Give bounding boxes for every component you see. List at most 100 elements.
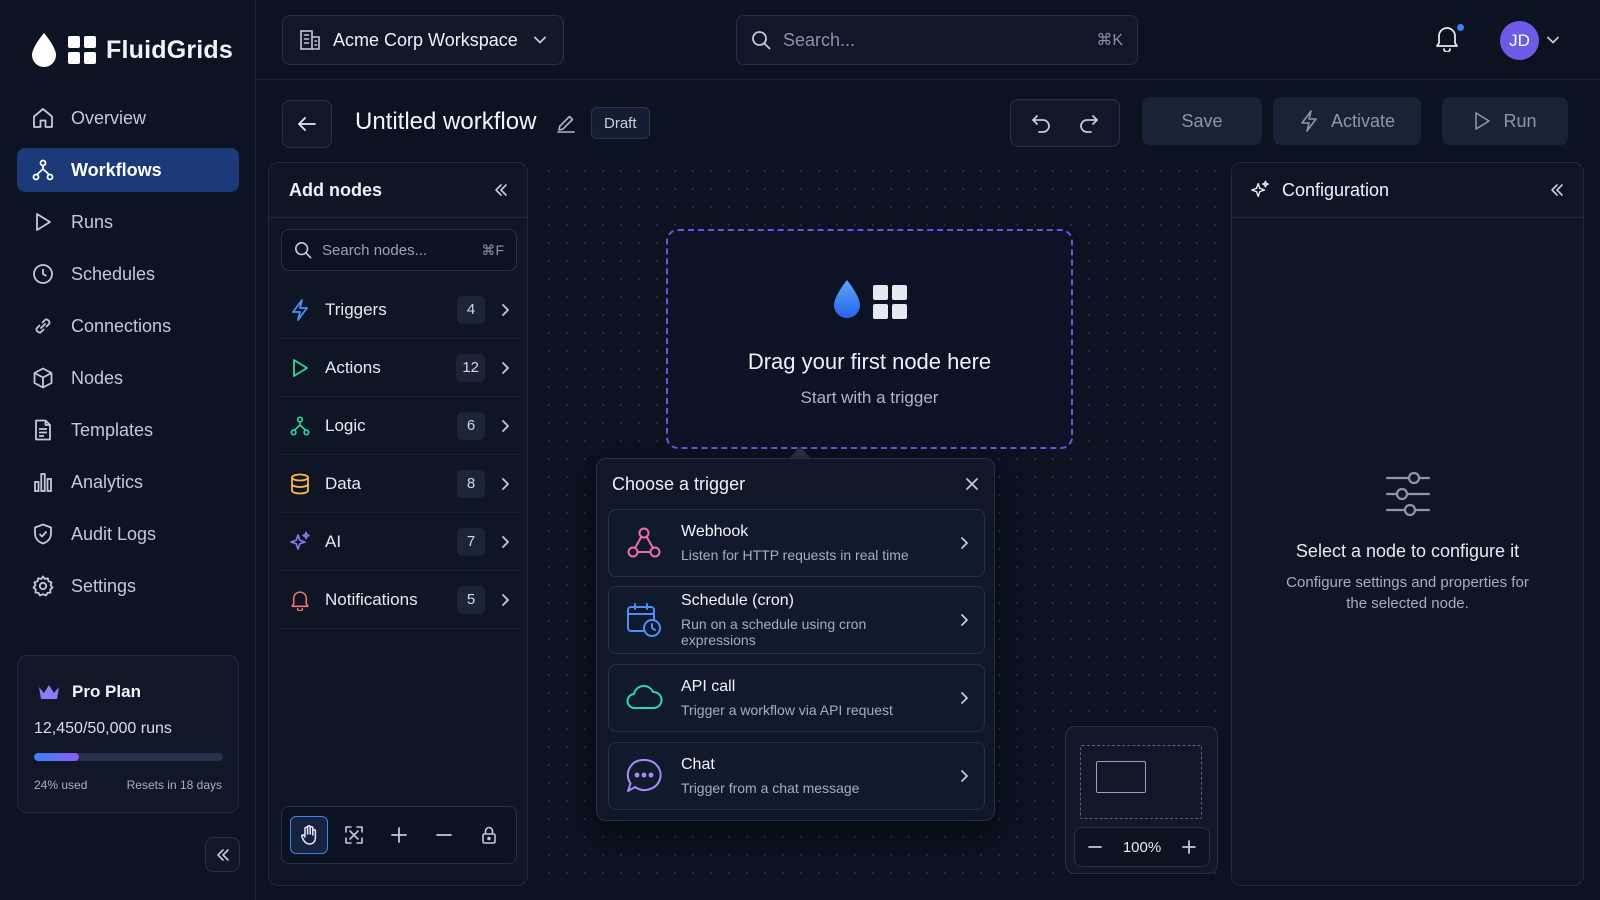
popover-caret bbox=[790, 446, 810, 458]
sidebar-item-overview[interactable]: Overview bbox=[17, 96, 239, 140]
category-notifications[interactable]: Notifications 5 bbox=[279, 571, 519, 629]
sliders-icon bbox=[1232, 469, 1583, 519]
plan-header: Pro Plan bbox=[38, 682, 141, 702]
branch-icon bbox=[289, 415, 311, 437]
trigger-option-title: API call bbox=[681, 678, 736, 695]
zoom-out-button[interactable] bbox=[425, 816, 463, 854]
trigger-option-text: Webhook Listen for HTTP requests in real… bbox=[681, 523, 940, 563]
zoom-in-button[interactable] bbox=[380, 816, 418, 854]
category-label: Data bbox=[325, 473, 361, 493]
node-search-input[interactable] bbox=[322, 241, 472, 259]
minimap[interactable]: 100% bbox=[1065, 726, 1218, 874]
trigger-option-text: Chat Trigger from a chat message bbox=[681, 756, 940, 796]
global-search[interactable]: ⌘K bbox=[736, 15, 1138, 65]
sidebar-item-settings[interactable]: Settings bbox=[17, 564, 239, 608]
chevrons-left-icon bbox=[215, 847, 231, 863]
trigger-option-text: Schedule (cron) Run on a schedule using … bbox=[681, 592, 940, 648]
chevron-down-icon[interactable] bbox=[1546, 33, 1560, 47]
trigger-option-webhook[interactable]: Webhook Listen for HTTP requests in real… bbox=[608, 509, 985, 577]
lock-icon bbox=[480, 825, 498, 845]
sidebar-item-audit-logs[interactable]: Audit Logs bbox=[17, 512, 239, 556]
trigger-option-title: Schedule (cron) bbox=[681, 592, 794, 609]
droplet-grid-icon bbox=[831, 277, 911, 325]
chevron-right-icon bbox=[499, 303, 511, 317]
home-icon bbox=[31, 106, 55, 130]
database-icon bbox=[289, 473, 311, 495]
run-button[interactable]: Run bbox=[1442, 97, 1568, 145]
chevron-right-icon bbox=[958, 769, 970, 783]
trigger-option-subtitle: Listen for HTTP requests in real time bbox=[681, 547, 909, 563]
app-logo[interactable]: FluidGrids bbox=[30, 32, 233, 68]
close-icon[interactable] bbox=[964, 476, 980, 492]
sidebar: FluidGrids Overview Workflows Runs Sched… bbox=[0, 0, 256, 900]
undo-icon[interactable] bbox=[1029, 111, 1053, 135]
chevrons-left-icon[interactable] bbox=[493, 182, 509, 198]
sidebar-item-schedules[interactable]: Schedules bbox=[17, 252, 239, 296]
configuration-empty-state: Select a node to configure it Configure … bbox=[1232, 469, 1583, 614]
trigger-option-api-call[interactable]: API call Trigger a workflow via API requ… bbox=[608, 664, 985, 732]
configuration-panel: Configuration Select a node to configure… bbox=[1231, 162, 1584, 886]
clock-icon bbox=[31, 262, 55, 286]
back-button[interactable] bbox=[282, 100, 332, 148]
category-triggers[interactable]: Triggers 4 bbox=[279, 281, 519, 339]
save-button[interactable]: Save bbox=[1142, 97, 1262, 145]
canvas-toolbar bbox=[281, 806, 517, 864]
pencil-icon[interactable] bbox=[556, 113, 576, 133]
plan-usage-fill bbox=[34, 753, 80, 761]
sidebar-item-label: Templates bbox=[71, 419, 154, 440]
avatar[interactable]: JD bbox=[1500, 21, 1539, 60]
hand-icon bbox=[298, 824, 320, 846]
search-icon bbox=[294, 241, 312, 259]
configuration-header: Configuration bbox=[1232, 163, 1583, 218]
grid-logo-icon bbox=[68, 36, 96, 64]
play-icon bbox=[1473, 111, 1491, 131]
chevron-right-icon bbox=[499, 593, 511, 607]
trigger-option-schedule[interactable]: Schedule (cron) Run on a schedule using … bbox=[608, 586, 985, 654]
sidebar-item-workflows[interactable]: Workflows bbox=[17, 148, 239, 192]
minimap-viewport[interactable] bbox=[1096, 761, 1146, 793]
sidebar-item-nodes[interactable]: Nodes bbox=[17, 356, 239, 400]
category-actions[interactable]: Actions 12 bbox=[279, 339, 519, 397]
category-count: 4 bbox=[457, 295, 485, 324]
minus-icon[interactable] bbox=[1087, 839, 1103, 855]
node-drop-zone[interactable]: Drag your first node here Start with a t… bbox=[666, 229, 1073, 449]
workflow-icon bbox=[31, 158, 55, 182]
sidebar-item-runs[interactable]: Runs bbox=[17, 200, 239, 244]
bolt-icon bbox=[1299, 110, 1319, 132]
calendar-clock-icon bbox=[625, 601, 663, 639]
plan-reset-label: Resets in 18 days bbox=[126, 778, 222, 792]
plan-card[interactable]: Pro Plan 12,450/50,000 runs 24% used Res… bbox=[17, 655, 239, 813]
search-input[interactable] bbox=[783, 29, 1085, 51]
plan-usage-bar bbox=[34, 753, 223, 761]
category-ai[interactable]: AI 7 bbox=[279, 513, 519, 571]
lock-canvas-button[interactable] bbox=[470, 816, 508, 854]
bell-icon bbox=[289, 589, 311, 611]
sidebar-item-connections[interactable]: Connections bbox=[17, 304, 239, 348]
fit-view-button[interactable] bbox=[335, 816, 373, 854]
activate-button[interactable]: Activate bbox=[1273, 97, 1421, 145]
node-categories: Triggers 4 Actions 12 Logic 6 Data 8 AI … bbox=[279, 281, 519, 629]
sidebar-item-templates[interactable]: Templates bbox=[17, 408, 239, 452]
category-label: AI bbox=[325, 531, 342, 551]
redo-icon[interactable] bbox=[1077, 111, 1101, 135]
cloud-icon bbox=[625, 679, 663, 717]
category-data[interactable]: Data 8 bbox=[279, 455, 519, 513]
app-name: FluidGrids bbox=[106, 35, 233, 64]
trigger-option-chat[interactable]: Chat Trigger from a chat message bbox=[608, 742, 985, 810]
pan-tool-button[interactable] bbox=[289, 816, 328, 854]
trigger-option-text: API call Trigger a workflow via API requ… bbox=[681, 678, 940, 718]
chevrons-left-icon[interactable] bbox=[1549, 182, 1565, 198]
category-logic[interactable]: Logic 6 bbox=[279, 397, 519, 455]
trigger-option-subtitle: Trigger from a chat message bbox=[681, 780, 860, 796]
bar-chart-icon bbox=[31, 470, 55, 494]
workflow-title[interactable]: Untitled workflow bbox=[355, 108, 536, 136]
plus-icon[interactable] bbox=[1181, 839, 1197, 855]
minimap-area[interactable] bbox=[1080, 745, 1202, 819]
sidebar-item-analytics[interactable]: Analytics bbox=[17, 460, 239, 504]
node-search[interactable]: ⌘F bbox=[281, 229, 517, 271]
sidebar-collapse-button[interactable] bbox=[205, 837, 240, 872]
trigger-picker-header: Choose a trigger bbox=[597, 459, 994, 509]
minus-icon bbox=[435, 826, 453, 844]
trigger-picker-title: Choose a trigger bbox=[612, 473, 746, 494]
workspace-selector[interactable]: Acme Corp Workspace bbox=[282, 15, 564, 65]
